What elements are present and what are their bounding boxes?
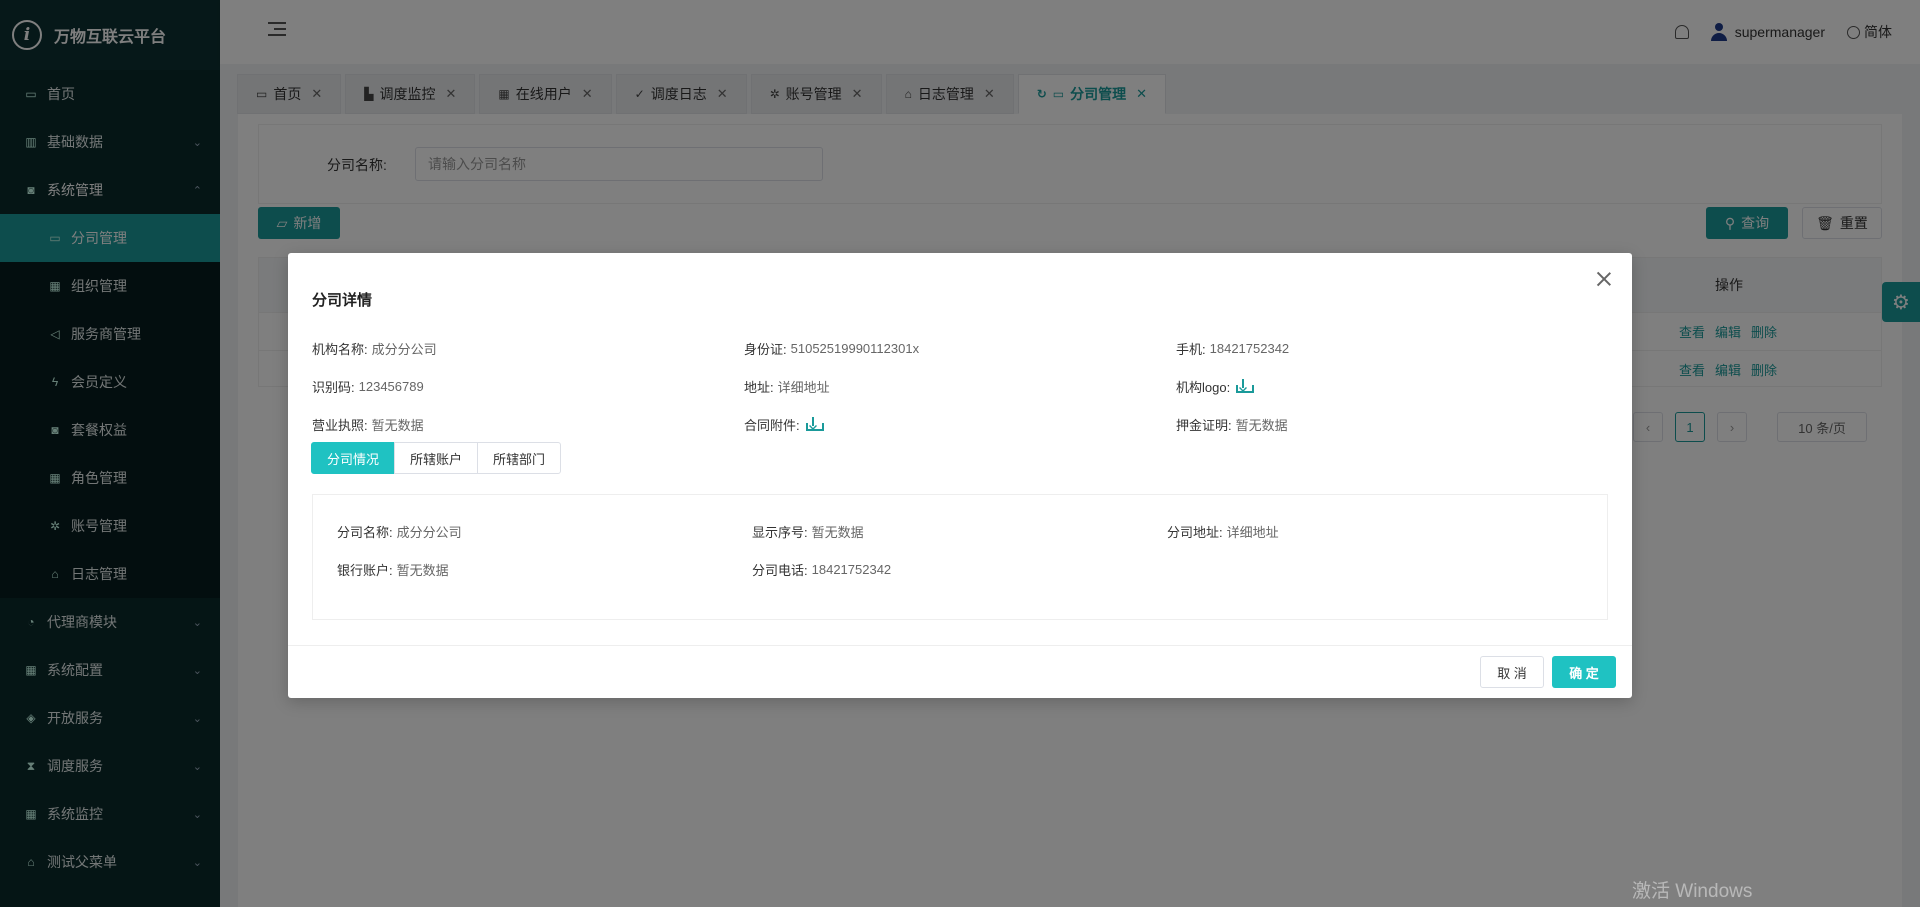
info-grid: 机构名称: 成分分公司 身份证: 51052519990112301x 手机: 184… (312, 329, 1612, 443)
display-order-field: 显示序号: 暂无数据 (752, 524, 864, 540)
branch-name-field: 分司名称: 成分分公司 (337, 524, 462, 540)
id-card-field: 身份证: 51052519990112301x (744, 340, 920, 357)
download-icon[interactable] (1236, 379, 1255, 393)
phone-field: 手机: 18421752342 (1176, 340, 1290, 357)
branch-address-field: 分司地址: 详细地址 (1167, 524, 1279, 540)
branch-detail-modal: 分司详情 机构名称: 成分分公司 身份证: 51052519990112301x 手… (288, 253, 1632, 698)
address-field: 地址: 详细地址 (744, 379, 830, 395)
close-icon[interactable] (1596, 271, 1612, 287)
contract-field: 合同附件: (744, 405, 1176, 443)
modal-footer: 取 消 确 定 (288, 645, 1632, 698)
cancel-button[interactable]: 取 消 (1480, 656, 1544, 688)
bank-account-field: 银行账户: 暂无数据 (337, 562, 449, 578)
branch-detail-panel: 分司名称: 成分分公司 显示序号: 暂无数据 分司地址: 详细地址 银行账户: 暂无数据… (312, 494, 1608, 620)
subtab-accounts[interactable]: 所辖账户 (394, 442, 479, 474)
org-name-field: 机构名称: 成分分公司 (312, 341, 437, 357)
subtab-branch-overview[interactable]: 分司情况 (311, 442, 396, 474)
deposit-field: 押金证明: 暂无数据 (1176, 417, 1288, 433)
code-field: 识别码: 123456789 (312, 378, 424, 395)
license-field: 营业执照: 暂无数据 (312, 417, 424, 433)
detail-subtabs: 分司情况 所辖账户 所辖部门 (311, 442, 562, 474)
logo-field: 机构logo: (1176, 367, 1608, 405)
subtab-departments[interactable]: 所辖部门 (477, 442, 562, 474)
modal-title: 分司详情 (312, 292, 373, 309)
confirm-button[interactable]: 确 定 (1552, 656, 1616, 688)
windows-activation-watermark: 激活 Windows (1632, 881, 1753, 902)
download-icon[interactable] (805, 417, 824, 431)
branch-phone-field: 分司电话: 18421752342 (752, 561, 892, 578)
